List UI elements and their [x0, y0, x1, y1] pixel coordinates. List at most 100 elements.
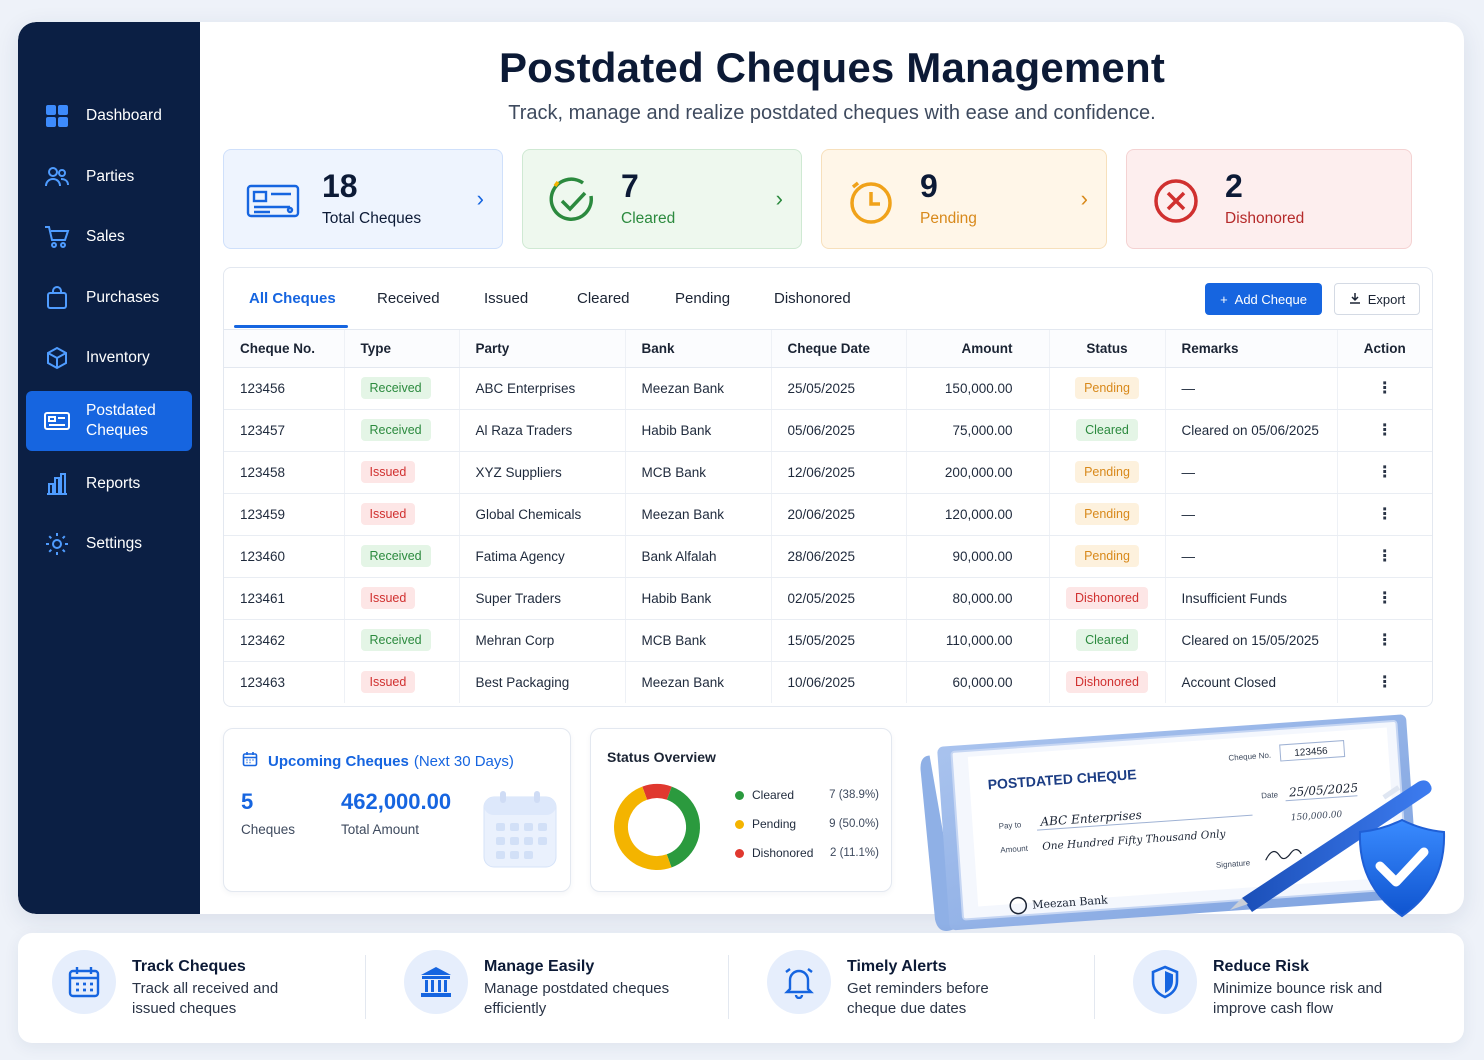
type-badge: Received	[360, 419, 431, 441]
cheque-payto-label: Pay to	[998, 820, 1022, 831]
status-badge: Pending	[1075, 503, 1139, 525]
tab-dishonored[interactable]: Dishonored	[774, 290, 851, 307]
sidebar-item-label: Inventory	[86, 349, 150, 366]
column-header[interactable]: Action	[1337, 330, 1432, 368]
column-header[interactable]: Amount	[906, 330, 1050, 368]
stat-value: 9	[920, 168, 938, 204]
page-title: Postdated Cheques Management	[498, 44, 1166, 91]
sidebar-item-postdated-cheques[interactable]: Postdated Cheques	[26, 391, 192, 451]
table-row[interactable]: 123461 Issued Super Traders Habib Bank 02/05…	[224, 577, 1432, 620]
stat-label: Cleared	[621, 210, 676, 227]
legend-pending: Pending 9 (50.0%)	[735, 817, 879, 831]
sidebar-item-label: Postdated Cheques	[86, 402, 156, 439]
type-badge: Issued	[360, 587, 416, 609]
sidebar-item-label: Dashboard	[86, 107, 162, 124]
cheques-panel: All Cheques Received Issued Cleared Pend…	[223, 267, 1433, 707]
column-header[interactable]: Type	[344, 330, 460, 368]
table-row[interactable]: 123456 Received ABC Enterprises Meezan Bank…	[224, 367, 1432, 410]
party-cell: Al Raza Traders	[459, 409, 626, 452]
more-options-icon[interactable]: ⋮	[1377, 464, 1393, 481]
stat-card-total[interactable]: 18 Total Cheques ›	[223, 149, 503, 249]
status-cell: Cleared	[1049, 409, 1166, 452]
column-header[interactable]: Party	[459, 330, 626, 368]
more-options-icon[interactable]: ⋮	[1377, 506, 1393, 523]
status-cell: Pending	[1049, 493, 1166, 536]
stat-card-cleared[interactable]: 7 Cleared ›	[522, 149, 802, 249]
cheque-no-cell: 123459	[224, 493, 345, 536]
cheque-date-cell: 15/05/2025	[771, 619, 907, 662]
status-badge: Cleared	[1076, 629, 1138, 651]
table-row[interactable]: 123457 Received Al Raza Traders Habib Bank 0…	[224, 409, 1432, 452]
more-options-icon[interactable]: ⋮	[1377, 548, 1393, 565]
stat-card-pending[interactable]: 9 Pending ›	[821, 149, 1107, 249]
column-header[interactable]: Cheque No.	[224, 330, 345, 368]
tab-received[interactable]: Received	[377, 290, 440, 307]
amount-cell: 150,000.00	[906, 367, 1050, 410]
column-header[interactable]: Bank	[625, 330, 772, 368]
chevron-right-icon: ›	[775, 186, 783, 211]
sidebar-item-sales[interactable]: Sales	[26, 207, 192, 267]
column-header[interactable]: Remarks	[1165, 330, 1338, 368]
cheque-date-label: Date	[1261, 790, 1279, 800]
clock-icon	[844, 174, 898, 228]
tab-all-cheques[interactable]: All Cheques	[249, 290, 336, 307]
amount-cell: 110,000.00	[906, 619, 1050, 662]
feature-title: Track Cheques	[132, 958, 246, 975]
more-options-icon[interactable]: ⋮	[1377, 380, 1393, 397]
stat-label: Total Cheques	[322, 210, 422, 227]
export-button[interactable]: Export	[1334, 283, 1420, 315]
table-row[interactable]: 123460 Received Fatima Agency Bank Alfalah 2…	[224, 535, 1432, 578]
upcoming-amount-label: Total Amount	[341, 822, 420, 837]
party-cell: Mehran Corp	[459, 619, 626, 662]
legend-dishonored: Dishonored 2 (11.1%)	[735, 846, 879, 860]
x-circle-icon	[1149, 174, 1203, 228]
shield-check-icon	[1358, 818, 1446, 918]
stat-card-dishonored[interactable]: 2 Dishonored	[1126, 149, 1412, 249]
bell-icon	[767, 950, 831, 1014]
status-cell: Cleared	[1049, 619, 1166, 662]
sidebar-item-inventory[interactable]: Inventory	[26, 328, 192, 388]
table-row[interactable]: 123462 Received Mehran Corp MCB Bank 15/05/2…	[224, 619, 1432, 662]
sidebar-item-dashboard[interactable]: Dashboard	[26, 86, 192, 146]
feature-title: Manage Easily	[484, 958, 595, 975]
type-badge: Received	[360, 629, 431, 651]
legend-label: Dishonored	[752, 846, 814, 860]
more-options-icon[interactable]: ⋮	[1377, 632, 1393, 649]
cheque-icon	[44, 408, 70, 434]
feature-description: Track all received and issued cheques	[132, 980, 279, 1017]
table-row[interactable]: 123459 Issued Global Chemicals Meezan Bank 2…	[224, 493, 1432, 536]
more-options-icon[interactable]: ⋮	[1377, 422, 1393, 439]
type-cell: Received	[344, 619, 460, 662]
amount-cell: 75,000.00	[906, 409, 1050, 452]
cheques-table: Cheque No. Type Party Bank Cheque Date A…	[224, 330, 1432, 703]
sidebar-item-settings[interactable]: Settings	[26, 514, 192, 574]
amount-cell: 90,000.00	[906, 535, 1050, 578]
sidebar-item-parties[interactable]: Parties	[26, 147, 192, 207]
tab-pending[interactable]: Pending	[675, 290, 730, 307]
table-row[interactable]: 123458 Issued XYZ Suppliers MCB Bank 12/06/2…	[224, 451, 1432, 494]
status-donut-chart	[614, 784, 700, 870]
sidebar-item-label: Purchases	[86, 289, 160, 306]
tab-cleared[interactable]: Cleared	[577, 290, 630, 307]
tab-issued[interactable]: Issued	[484, 290, 528, 307]
type-badge: Received	[360, 545, 431, 567]
legend-dot	[735, 790, 744, 800]
stat-value: 18	[322, 168, 358, 204]
status-cell: Pending	[1049, 367, 1166, 410]
column-header[interactable]: Cheque Date	[771, 330, 907, 368]
cart-icon	[44, 224, 70, 250]
sidebar-item-purchases[interactable]: Purchases	[26, 268, 192, 328]
more-options-icon[interactable]: ⋮	[1377, 590, 1393, 607]
legend-dot	[735, 819, 744, 829]
upcoming-cheques-card[interactable]: Upcoming Cheques (Next 30 Days) 5 Cheque…	[223, 728, 571, 892]
cheque-no-cell: 123456	[224, 367, 345, 410]
calendar-icon	[52, 950, 116, 1014]
sidebar-item-reports[interactable]: Reports	[26, 454, 192, 514]
divider	[1094, 955, 1095, 1019]
plus-icon: +	[1220, 291, 1228, 307]
party-cell: Best Packaging	[459, 661, 626, 703]
add-cheque-button[interactable]: + Add Cheque	[1205, 283, 1322, 315]
cheque-no: 123456	[1294, 746, 1328, 759]
column-header[interactable]: Status	[1049, 330, 1166, 368]
table-header-row: Cheque No. Type Party Bank Cheque Date A…	[224, 330, 1432, 368]
